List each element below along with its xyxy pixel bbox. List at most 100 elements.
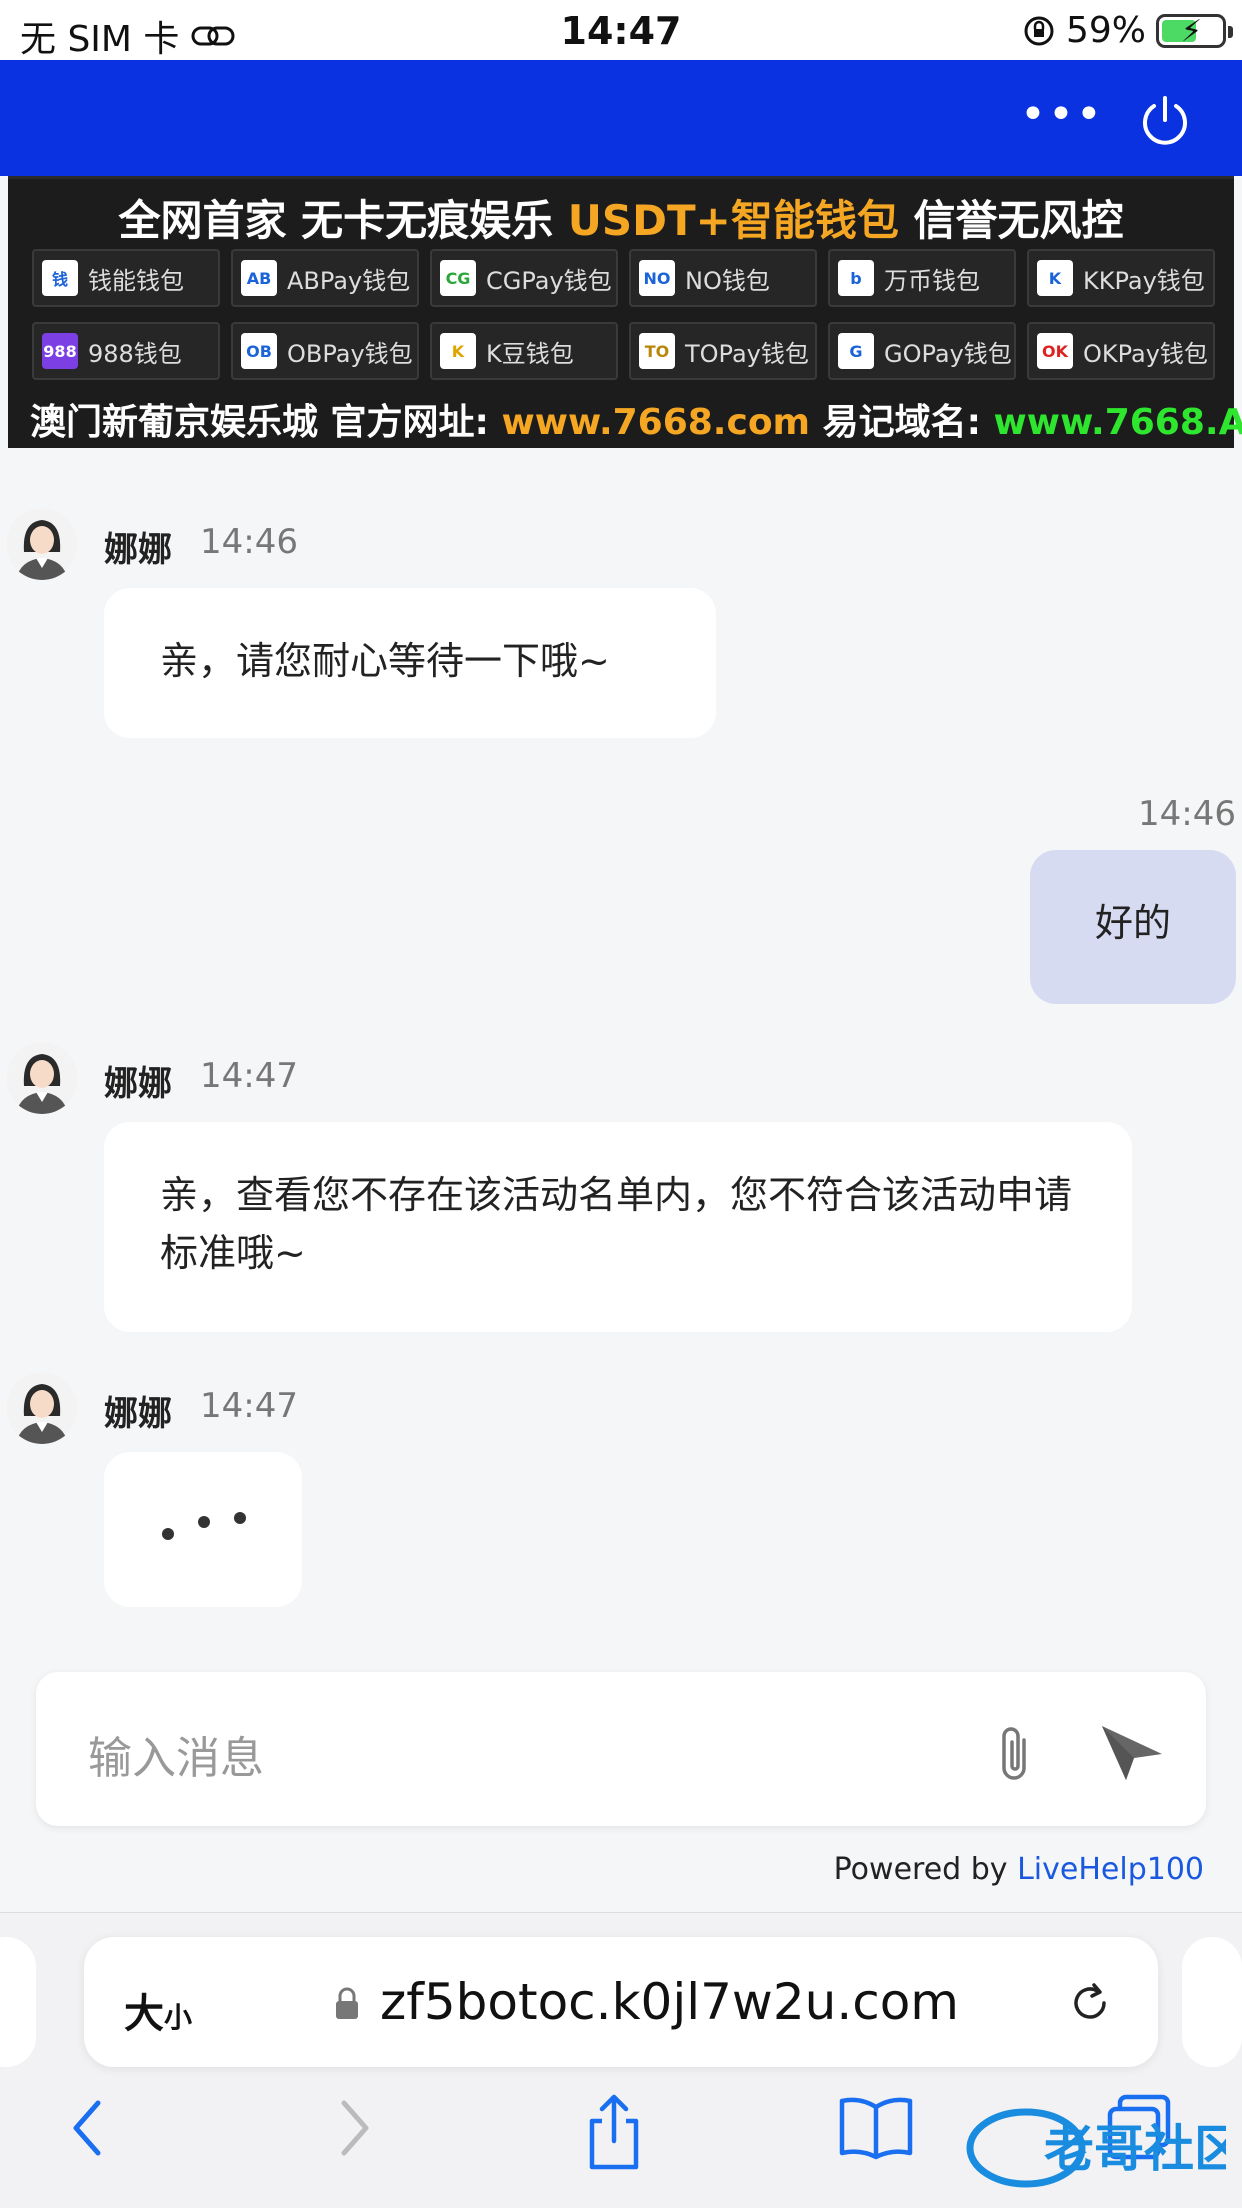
wallet-item: TO TOPay钱包 xyxy=(629,322,817,380)
wallet-item: K KKPay钱包 xyxy=(1027,249,1215,307)
wallet-label: 万币钱包 xyxy=(884,266,980,295)
wallet-item: AB ABPay钱包 xyxy=(231,249,419,307)
wallet-item: OB OBPay钱包 xyxy=(231,322,419,380)
wallet-logo-icon: OK xyxy=(1037,333,1073,369)
wallet-logo-icon: K xyxy=(1037,260,1073,296)
wallet-label: CGPay钱包 xyxy=(486,266,612,295)
agent-avatar-icon xyxy=(6,1372,78,1444)
footer-url: www.7668.com xyxy=(501,402,811,443)
footer-domain: www.7668.AM xyxy=(993,402,1242,443)
community-watermark-logo: 老哥社区 xyxy=(966,2108,1226,2188)
wallet-logo-icon: CG xyxy=(440,260,476,296)
message-text: 亲，查看您不存在该活动名单内，您不符合该活动申请标准哦~ xyxy=(160,1173,1073,1275)
address-bar[interactable]: 大小 zf5botoc.k0jl7w2u.com xyxy=(84,1937,1158,2067)
wallet-label: TOPay钱包 xyxy=(685,339,809,368)
typing-dot xyxy=(198,1516,210,1528)
status-right: 59% ⚡ xyxy=(1022,10,1233,51)
text-size-small: 小 xyxy=(164,2001,193,2034)
message-text: 好的 xyxy=(1094,901,1171,945)
headline-part-c: 信誉无风控 xyxy=(898,196,1124,245)
reload-icon[interactable] xyxy=(1064,1977,1116,2029)
sender-name: 娜娜 xyxy=(104,530,172,570)
wallet-item: K K豆钱包 xyxy=(430,322,618,380)
wallet-logo-icon: 988 xyxy=(42,333,78,369)
footer-text-b: 易记域名: xyxy=(810,402,994,443)
wallet-label: OKPay钱包 xyxy=(1083,339,1208,368)
wallet-label: KKPay钱包 xyxy=(1083,266,1205,295)
next-tab-edge[interactable] xyxy=(1182,1937,1242,2067)
battery-percent: 59% xyxy=(1065,10,1146,51)
lock-icon xyxy=(336,1987,358,2019)
sender-name: 娜娜 xyxy=(104,1064,172,1104)
agent-message-bubble: 亲，请您耐心等待一下哦~ xyxy=(104,588,716,738)
wallet-label: NO钱包 xyxy=(685,266,770,295)
message-time: 14:46 xyxy=(200,522,298,562)
agent-avatar-icon xyxy=(6,508,78,580)
ad-banner[interactable]: 全网首家 无卡无痕娱乐 USDT+智能钱包 信誉无风控 钱钱能钱包 AB ABPa… xyxy=(8,176,1242,448)
wallet-logo-icon: NO xyxy=(639,260,675,296)
power-icon[interactable] xyxy=(1135,90,1195,150)
powered-by: Powered by LiveHelp100 xyxy=(834,1852,1204,1887)
orientation-lock-icon xyxy=(1024,16,1054,45)
bookmarks-icon[interactable] xyxy=(838,2093,914,2163)
avatar xyxy=(6,1372,78,1444)
powered-brand-link[interactable]: LiveHelp100 xyxy=(1017,1852,1204,1887)
wallet-grid: 钱钱能钱包 AB ABPay钱包 CG CGPay钱包 NO NO钱包 b 万币钱包 K… xyxy=(32,249,1218,380)
message-time: 14:46 xyxy=(1138,794,1236,834)
wallet-item: CG CGPay钱包 xyxy=(430,249,618,307)
text-size-button[interactable]: 大小 xyxy=(124,1981,192,2039)
wallet-item: OK OKPay钱包 xyxy=(1027,322,1215,380)
powered-prefix: Powered by xyxy=(833,1852,1018,1887)
message-time: 14:47 xyxy=(200,1056,298,1096)
wallet-label: ABPay钱包 xyxy=(287,266,411,295)
wallet-label: 钱能钱包 xyxy=(88,266,184,295)
wallet-logo-icon: AB xyxy=(241,260,277,296)
ellipsis-icon[interactable]: ••• xyxy=(1020,90,1102,150)
footer-text-a: 澳门新葡京娱乐城 官方网址: xyxy=(30,402,502,443)
sender-name: 娜娜 xyxy=(104,1394,172,1434)
wallet-item: G GOPay钱包 xyxy=(828,322,1016,380)
share-icon[interactable] xyxy=(582,2093,646,2173)
message-time: 14:47 xyxy=(200,1386,298,1426)
back-icon[interactable] xyxy=(66,2093,106,2163)
banner-footer: 澳门新葡京娱乐城 官方网址: www.7668.com 易记域名: www.76… xyxy=(30,393,1242,445)
avatar xyxy=(6,1042,78,1114)
wallet-logo-icon: b xyxy=(838,260,874,296)
wallet-label: GOPay钱包 xyxy=(884,339,1012,368)
text-size-large: 大 xyxy=(124,1991,164,2037)
svg-text:老哥社区: 老哥社区 xyxy=(1044,2120,1226,2178)
wallet-item: 钱钱能钱包 xyxy=(32,249,220,307)
agent-avatar-icon xyxy=(6,1042,78,1114)
wallet-logo-icon: TO xyxy=(639,333,675,369)
message-input-box[interactable]: 输入消息 xyxy=(36,1672,1206,1826)
typing-indicator xyxy=(104,1452,302,1607)
typing-dot xyxy=(162,1528,174,1540)
wallet-item: 988 988钱包 xyxy=(32,322,220,380)
wallet-label: K豆钱包 xyxy=(486,339,574,368)
agent-message-bubble: 亲，查看您不存在该活动名单内，您不符合该活动申请标准哦~ xyxy=(104,1122,1132,1332)
wallet-item: b 万币钱包 xyxy=(828,249,1016,307)
headline-part-a: 全网首家 无卡无痕娱乐 xyxy=(118,196,568,245)
wallet-label: 988钱包 xyxy=(88,339,182,368)
url-text[interactable]: zf5botoc.k0jl7w2u.com xyxy=(380,1973,959,2031)
user-message-bubble: 好的 xyxy=(1030,850,1236,1004)
wallet-logo-icon: OB xyxy=(241,333,277,369)
headline-highlight: USDT+智能钱包 xyxy=(567,196,899,245)
wallet-logo-icon: K xyxy=(440,333,476,369)
status-bar: 无 SIM 卡 14:47 59% ⚡ xyxy=(0,0,1242,60)
message-text: 亲，请您耐心等待一下哦~ xyxy=(160,639,610,683)
forward-icon[interactable] xyxy=(336,2093,376,2163)
wallet-logo-icon: 钱 xyxy=(42,260,78,296)
banner-headline: 全网首家 无卡无痕娱乐 USDT+智能钱包 信誉无风控 xyxy=(8,187,1234,248)
wallet-label: OBPay钱包 xyxy=(287,339,413,368)
paperclip-icon[interactable] xyxy=(984,1720,1046,1786)
message-input[interactable]: 输入消息 xyxy=(88,1722,264,1786)
battery-icon: ⚡ xyxy=(1156,13,1233,48)
avatar xyxy=(6,508,78,580)
previous-tab-edge[interactable] xyxy=(0,1937,36,2067)
wallet-item: NO NO钱包 xyxy=(629,249,817,307)
wallet-logo-icon: G xyxy=(838,333,874,369)
send-icon[interactable] xyxy=(1096,1718,1168,1784)
typing-dot xyxy=(234,1512,246,1524)
chat-header: ••• xyxy=(0,60,1242,176)
